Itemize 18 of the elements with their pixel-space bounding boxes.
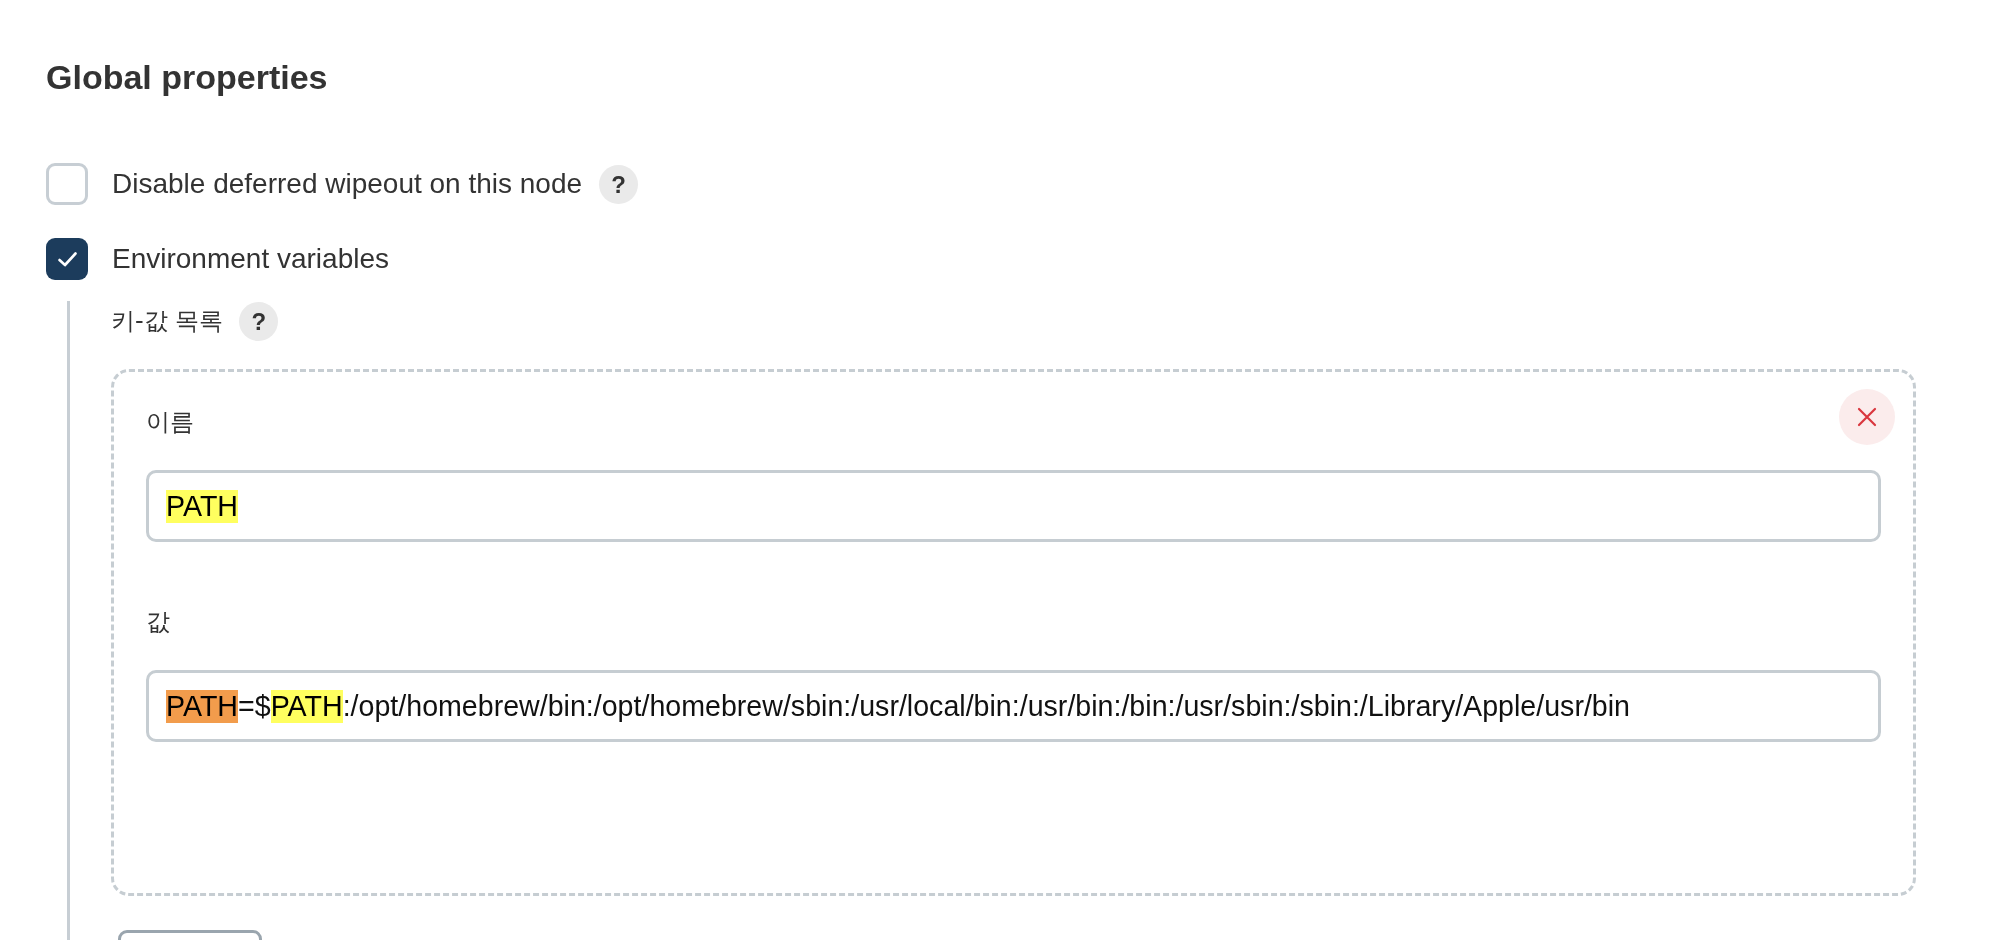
- help-button[interactable]: ?: [239, 301, 279, 341]
- field-label: 이름: [146, 407, 194, 437]
- checkbox[interactable]: [46, 163, 88, 205]
- search-highlight: PATH: [166, 689, 238, 723]
- search-highlight: PATH: [166, 489, 238, 523]
- remove-button[interactable]: [1839, 389, 1895, 445]
- field-label: 값: [146, 607, 170, 637]
- close-icon: [1857, 407, 1877, 427]
- search-highlight: PATH: [270, 689, 343, 723]
- text-field[interactable]: PATH: [146, 470, 1881, 542]
- list-label: 키-값 목록: [111, 306, 224, 336]
- option-label: Disable deferred wipeout on this node: [112, 167, 583, 201]
- option-label: Environment variables: [112, 242, 390, 276]
- section-title: Global properties: [46, 57, 328, 97]
- help-button[interactable]: ?: [599, 164, 639, 204]
- checkbox[interactable]: [46, 238, 88, 280]
- checkmark-icon: [57, 251, 77, 267]
- text-field[interactable]: PATH=$PATH:/opt/homebrew/bin:/opt/homebrew/sbin:/usr/local/bin:/usr/bin:/bin:/usr/sbin:/sbin:/Library/Apple/usr/bin: [146, 670, 1881, 742]
